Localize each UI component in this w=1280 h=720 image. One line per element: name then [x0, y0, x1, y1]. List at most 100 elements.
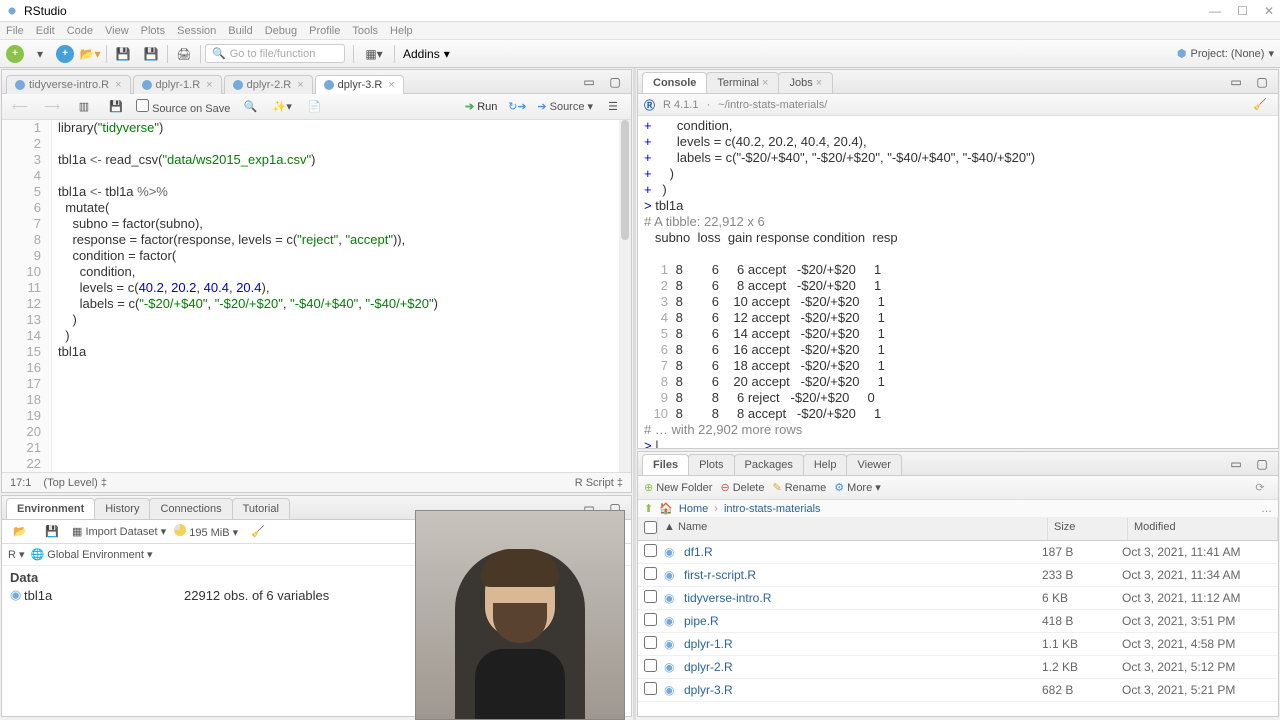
- menu-file[interactable]: File: [6, 25, 24, 37]
- minimize-pane-icon[interactable]: ▭: [577, 71, 601, 93]
- console-tab-console[interactable]: Console: [642, 72, 707, 93]
- files-tab-plots[interactable]: Plots: [688, 454, 734, 475]
- file-checkbox[interactable]: [644, 567, 657, 580]
- refresh-button[interactable]: ⟳: [1248, 477, 1272, 499]
- menu-help[interactable]: Help: [390, 25, 413, 37]
- menu-edit[interactable]: Edit: [36, 25, 55, 37]
- menu-tools[interactable]: Tools: [352, 25, 378, 37]
- addins-menu[interactable]: Addins: [403, 47, 440, 61]
- back-button[interactable]: ⟵: [8, 96, 32, 118]
- new-file-button[interactable]: +: [6, 45, 24, 63]
- files-tab-viewer[interactable]: Viewer: [846, 454, 901, 475]
- file-checkbox[interactable]: [644, 590, 657, 603]
- find-button[interactable]: 🔍: [238, 96, 262, 118]
- menu-build[interactable]: Build: [228, 25, 252, 37]
- file-row[interactable]: ◉dplyr-1.R1.1 KBOct 3, 2021, 4:58 PM: [638, 633, 1278, 656]
- file-row[interactable]: ◉dplyr-3.R682 BOct 3, 2021, 5:21 PM: [638, 679, 1278, 702]
- files-tab-files[interactable]: Files: [642, 454, 689, 475]
- minimize-icon[interactable]: —: [1209, 4, 1221, 18]
- rename-button[interactable]: ✎ Rename: [772, 481, 826, 494]
- maximize-pane-icon[interactable]: ▢: [1250, 453, 1274, 475]
- file-name[interactable]: dplyr-1.R: [684, 637, 1042, 651]
- file-row[interactable]: ◉pipe.R418 BOct 3, 2021, 3:51 PM: [638, 610, 1278, 633]
- file-name[interactable]: dplyr-2.R: [684, 660, 1042, 674]
- files-tab-packages[interactable]: Packages: [734, 454, 804, 475]
- file-name[interactable]: df1.R: [684, 545, 1042, 559]
- code-editor[interactable]: 12345678910111213141516171819202122 libr…: [2, 120, 631, 472]
- more-path-button[interactable]: …: [1261, 503, 1272, 515]
- file-checkbox[interactable]: [644, 636, 657, 649]
- delete-button[interactable]: ⊖ Delete: [720, 481, 764, 494]
- menu-session[interactable]: Session: [177, 25, 216, 37]
- env-tab-history[interactable]: History: [94, 498, 150, 519]
- menu-debug[interactable]: Debug: [265, 25, 297, 37]
- language-selector[interactable]: R ▾: [8, 548, 25, 561]
- rerun-button[interactable]: ↻➔: [505, 96, 529, 118]
- close-tab-icon[interactable]: ×: [816, 77, 822, 89]
- show-in-new-window-icon[interactable]: ▥: [72, 96, 96, 118]
- editor-scrollbar[interactable]: [619, 120, 631, 472]
- file-row[interactable]: ◉tidyverse-intro.R6 KBOct 3, 2021, 11:12…: [638, 587, 1278, 610]
- open-file-button[interactable]: 📂▾: [78, 43, 102, 65]
- menu-plots[interactable]: Plots: [141, 25, 165, 37]
- save-button[interactable]: 💾: [104, 96, 128, 118]
- menu-profile[interactable]: Profile: [309, 25, 340, 37]
- file-checkbox[interactable]: [644, 544, 657, 557]
- clear-console-button[interactable]: 🧹: [1248, 94, 1272, 116]
- file-name[interactable]: tidyverse-intro.R: [684, 591, 1042, 605]
- menu-view[interactable]: View: [105, 25, 129, 37]
- minimize-pane-icon[interactable]: ▭: [1224, 453, 1248, 475]
- env-tab-environment[interactable]: Environment: [6, 498, 95, 519]
- source-on-save-checkbox[interactable]: Source on Save: [136, 99, 230, 115]
- goto-file-input[interactable]: 🔍 Go to file/function: [205, 44, 345, 63]
- more-button[interactable]: ⚙ More ▾: [834, 481, 880, 494]
- console-tab-jobs[interactable]: Jobs ×: [778, 72, 833, 93]
- close-tab-icon[interactable]: ×: [115, 79, 121, 91]
- console-output[interactable]: + condition,+ levels = c(40.2, 20.2, 40.…: [638, 116, 1278, 448]
- close-tab-icon[interactable]: ×: [206, 79, 212, 91]
- file-checkbox[interactable]: [644, 613, 657, 626]
- file-name[interactable]: first-r-script.R: [684, 568, 1042, 582]
- source-tab[interactable]: dplyr-3.R×: [315, 75, 404, 94]
- source-tab[interactable]: tidyverse-intro.R×: [6, 75, 131, 94]
- scope-selector[interactable]: 🌐 Global Environment ▾: [31, 548, 153, 561]
- scope-selector[interactable]: (Top Level) ‡: [43, 477, 107, 489]
- source-button[interactable]: ➔Source ▾: [537, 100, 593, 113]
- save-button[interactable]: 💾: [111, 43, 135, 65]
- file-row[interactable]: ◉df1.R187 BOct 3, 2021, 11:41 AM: [638, 541, 1278, 564]
- close-tab-icon[interactable]: ×: [762, 77, 768, 89]
- expand-icon[interactable]: ◉: [10, 587, 24, 603]
- close-icon[interactable]: ✕: [1264, 4, 1274, 18]
- outline-button[interactable]: ☰: [601, 96, 625, 118]
- import-dataset-button[interactable]: ▦ Import Dataset ▾: [72, 525, 166, 538]
- menu-code[interactable]: Code: [67, 25, 93, 37]
- file-row[interactable]: ◉dplyr-2.R1.2 KBOct 3, 2021, 5:12 PM: [638, 656, 1278, 679]
- save-all-button[interactable]: 💾: [139, 43, 163, 65]
- new-dropdown[interactable]: ▾: [28, 43, 52, 65]
- wand-button[interactable]: ✨▾: [270, 96, 294, 118]
- select-all-checkbox[interactable]: [644, 521, 657, 534]
- maximize-pane-icon[interactable]: ▢: [1250, 71, 1274, 93]
- source-tab[interactable]: dplyr-2.R×: [224, 75, 313, 94]
- memory-usage[interactable]: 195 MiB ▾: [174, 524, 238, 539]
- breadcrumb-home[interactable]: Home: [679, 503, 708, 515]
- file-name[interactable]: pipe.R: [684, 614, 1042, 628]
- run-button[interactable]: ➔Run: [465, 100, 497, 113]
- language-mode[interactable]: R Script ‡: [575, 477, 623, 489]
- source-tab[interactable]: dplyr-1.R×: [133, 75, 222, 94]
- maximize-icon[interactable]: ☐: [1237, 4, 1248, 18]
- save-workspace-button[interactable]: 💾: [40, 521, 64, 543]
- breadcrumb-folder[interactable]: intro-stats-materials: [724, 503, 821, 515]
- maximize-pane-icon[interactable]: ▢: [603, 71, 627, 93]
- close-tab-icon[interactable]: ×: [297, 79, 303, 91]
- load-workspace-button[interactable]: 📂: [8, 521, 32, 543]
- minimize-pane-icon[interactable]: ▭: [1224, 71, 1248, 93]
- files-tab-help[interactable]: Help: [803, 454, 848, 475]
- env-tab-tutorial[interactable]: Tutorial: [232, 498, 290, 519]
- clear-workspace-button[interactable]: 🧹: [246, 521, 270, 543]
- file-checkbox[interactable]: [644, 659, 657, 672]
- new-project-button[interactable]: +: [56, 45, 74, 63]
- compile-report-button[interactable]: 📄: [302, 96, 326, 118]
- file-name[interactable]: dplyr-3.R: [684, 683, 1042, 697]
- home-icon[interactable]: 🏠: [659, 502, 673, 515]
